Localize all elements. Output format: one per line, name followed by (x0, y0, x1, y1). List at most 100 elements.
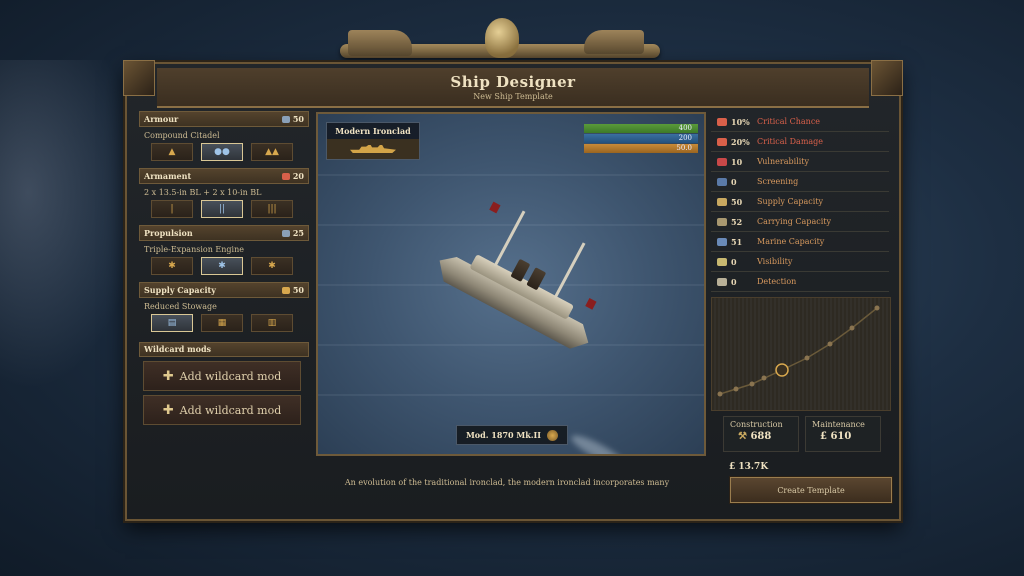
add-wildcard-mod-button-2[interactable]: ✚ Add wildcard mod (143, 395, 301, 425)
barrel-icon (717, 197, 727, 206)
marine-icon (717, 237, 727, 246)
construction-label: Construction (730, 420, 783, 429)
plus-icon: ✚ (162, 402, 174, 418)
propulsion-header: Propulsion 25 (139, 225, 309, 241)
propulsion-option-name: Triple-Expansion Engine (144, 245, 244, 254)
supply-option-2[interactable]: ▦ (201, 314, 243, 332)
armament-title: Armament (144, 171, 192, 181)
supply-option-3[interactable]: ▥ (251, 314, 293, 332)
stat-value: 10% (731, 116, 750, 127)
armament-section: Armament 20 2 x 13.5-in BL + 2 x 10-in B… (139, 168, 309, 220)
armour-header: Armour 50 (139, 111, 309, 127)
supply-bar: 50.0 (584, 144, 698, 153)
corner-ornament-right (871, 60, 903, 96)
stat-value: 0 (731, 276, 737, 287)
supply-option-1[interactable]: ▤ (151, 314, 193, 332)
maintenance-value: £ 610 (820, 431, 852, 442)
stat-label: Visibility (757, 257, 793, 266)
stat-label: Carrying Capacity (757, 217, 831, 226)
speed-bar-value: 200 (678, 134, 692, 142)
stat-label: Critical Damage (757, 137, 824, 146)
stat-label: Critical Chance (757, 117, 821, 126)
armour-option-1[interactable]: ▲ (151, 143, 193, 161)
propulsion-icon (281, 229, 290, 237)
supply-header: Supply Capacity 50 (139, 282, 309, 298)
armament-value: 20 (292, 171, 304, 181)
propulsion-option-1[interactable]: ✱ (151, 257, 193, 275)
stat-critical-damage: 20% Critical Damage (711, 132, 889, 152)
propulsion-section: Propulsion 25 Triple-Expansion Engine ✱ … (139, 225, 309, 277)
ship-viewport[interactable]: Modern Ironclad 400 200 50.0 Mod. 1870 M… (316, 112, 706, 456)
stat-supply-capacity: 50 Supply Capacity (711, 192, 889, 212)
hammer-icon: ⚒ (738, 431, 747, 442)
stats-list: 10% Critical Chance 20% Critical Damage 10… (711, 112, 889, 292)
eye-icon (717, 257, 727, 266)
propulsion-option-2[interactable]: ✱ (201, 257, 243, 275)
armament-header: Armament 20 (139, 168, 309, 184)
stat-visibility: 0 Visibility (711, 252, 889, 272)
armament-icon (281, 172, 290, 180)
ship-description: An evolution of the traditional ironclad… (344, 478, 670, 487)
supply-icon (281, 286, 290, 294)
stat-label: Supply Capacity (757, 197, 824, 206)
stat-carrying-capacity: 52 Carrying Capacity (711, 212, 889, 232)
cannon-ornament-left (348, 30, 412, 56)
armament-option-1[interactable]: | (151, 200, 193, 218)
armament-option-name: 2 x 13.5-in BL + 2 x 10-in BL (144, 188, 262, 197)
armour-option-3[interactable]: ▲▲ (251, 143, 293, 161)
medal-ornament (485, 18, 519, 58)
stat-value: 0 (731, 176, 737, 187)
stat-vulnerability: 10 Vulnerability (711, 152, 889, 172)
stat-value: 52 (731, 216, 743, 227)
construction-cost-box: Construction ⚒ 688 (723, 416, 799, 452)
maintenance-cost-box: Maintenance £ 610 (805, 416, 881, 452)
ship-model-tag[interactable]: Mod. 1870 Mk.II (456, 425, 568, 445)
armour-option-name: Compound Citadel (144, 131, 220, 140)
supply-bar-value: 50.0 (676, 144, 692, 152)
ship-stat-bars: 400 200 50.0 (584, 124, 698, 154)
binoculars-icon (717, 277, 727, 286)
maintenance-label: Maintenance (812, 420, 865, 429)
create-template-button[interactable]: Create Template (730, 477, 892, 503)
propulsion-title: Propulsion (144, 228, 193, 238)
speed-bar: 200 (584, 134, 698, 143)
stat-value: 10 (731, 156, 743, 167)
sea-background (0, 60, 140, 390)
supply-title: Supply Capacity (144, 285, 216, 295)
stat-marine-capacity: 51 Marine Capacity (711, 232, 889, 252)
ship-class-name: Modern Ironclad (335, 126, 411, 136)
corner-ornament-left (123, 60, 155, 96)
armament-option-3[interactable]: ||| (251, 200, 293, 218)
current-node-icon (775, 363, 789, 377)
ironclad-ship-model (424, 201, 612, 369)
component-panel: Armour 50 Compound Citadel ▲ ●● ▲▲ Armam… (139, 111, 309, 430)
armour-option-2[interactable]: ●● (201, 143, 243, 161)
construction-value: 688 (750, 431, 772, 442)
window-subtitle: New Ship Template (473, 92, 553, 101)
window-title: Ship Designer (450, 73, 576, 91)
tech-progress-track (711, 297, 891, 411)
propulsion-option-3[interactable]: ✱ (251, 257, 293, 275)
critical-damage-icon (717, 137, 727, 146)
stat-value: 51 (731, 236, 743, 247)
hull-bar-value: 400 (678, 124, 692, 132)
total-cost: £ 13.7K (729, 462, 769, 472)
add-wildcard-label: Add wildcard mod (179, 403, 282, 417)
stat-label: Marine Capacity (757, 237, 825, 246)
armour-icon (281, 115, 290, 123)
armament-option-2[interactable]: || (201, 200, 243, 218)
add-wildcard-mod-button-1[interactable]: ✚ Add wildcard mod (143, 361, 301, 391)
armour-section: Armour 50 Compound Citadel ▲ ●● ▲▲ (139, 111, 309, 163)
armour-title: Armour (144, 114, 179, 124)
ship-silhouette-icon (350, 145, 396, 153)
ship-designer-window: Ship Designer New Ship Template Armour 5… (123, 60, 903, 521)
cannon-ornament-right (584, 30, 644, 54)
stat-label: Vulnerability (757, 157, 809, 166)
stat-value: 0 (731, 256, 737, 267)
stat-critical-chance: 10% Critical Chance (711, 112, 889, 132)
stat-detection: 0 Detection (711, 272, 889, 292)
cargo-icon (717, 217, 727, 226)
ship-model-name: Mod. 1870 Mk.II (465, 430, 542, 440)
heart-icon (717, 157, 727, 166)
critical-chance-icon (717, 117, 727, 126)
